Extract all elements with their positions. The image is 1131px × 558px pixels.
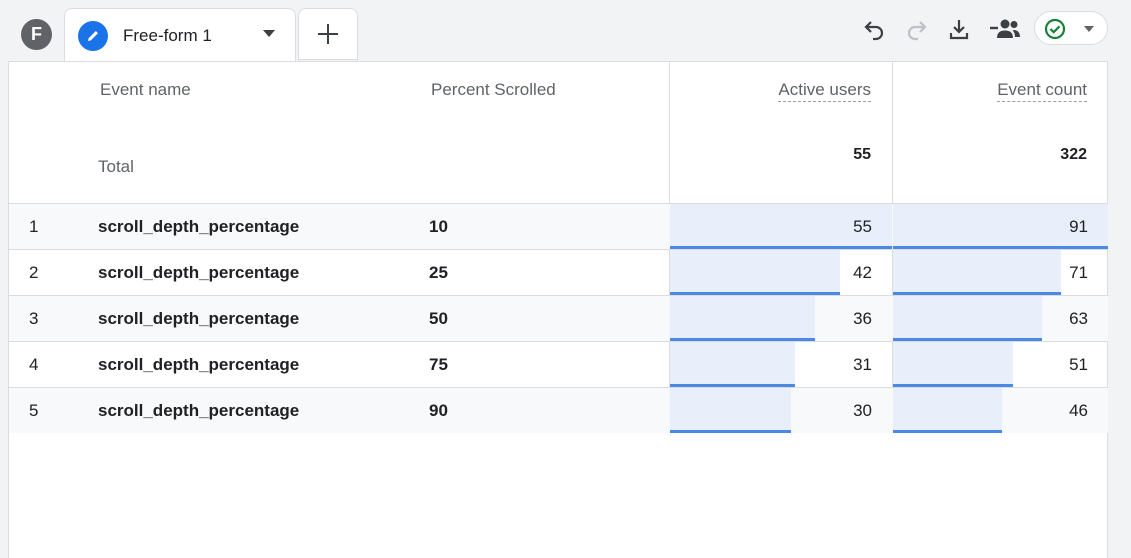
pencil-icon [78,21,108,51]
event-name-cell: scroll_depth_percentage [98,263,300,282]
event-name-cell: scroll_depth_percentage [98,401,300,420]
column-header-event-name[interactable]: Event name [100,80,191,100]
column-header-event-count[interactable]: Event count [997,80,1087,102]
event-count-cell: 71 [1069,263,1088,282]
event-name-cell: scroll_depth_percentage [98,309,300,328]
event-count-cell: 46 [1069,401,1088,420]
tab-free-form-1[interactable]: Free-form 1 [64,8,296,62]
table-row[interactable]: 5 scroll_depth_percentage 90 30 46 [9,387,1108,433]
top-toolbar: F Free-form 1 [0,0,1131,62]
column-header-percent-scrolled[interactable]: Percent Scrolled [431,80,556,100]
active-users-cell: 42 [853,263,872,282]
event-count-cell: 51 [1069,355,1088,374]
status-dropdown[interactable] [1034,11,1108,45]
redo-button[interactable] [902,14,932,44]
tab-label: Free-form 1 [123,26,212,45]
active-users-bar [670,250,840,294]
active-users-cell: 55 [853,217,872,236]
row-index: 1 [29,217,39,236]
active-users-cell: 31 [853,355,872,374]
row-index: 5 [29,401,39,420]
percent-scrolled-cell: 90 [429,401,448,420]
percent-scrolled-cell: 25 [429,263,448,282]
total-event-count: 322 [1060,146,1087,163]
total-active-users: 55 [853,146,871,163]
redo-icon [907,21,927,41]
share-users-icon [990,19,1020,38]
table-row[interactable]: 4 scroll_depth_percentage 75 31 51 [9,341,1108,387]
active-users-cell: 36 [853,309,872,328]
active-users-cell: 30 [853,401,872,420]
event-count-bar [893,250,1061,294]
check-circle-icon [1044,18,1066,40]
event-count-bar-line [893,430,1002,433]
table-row[interactable]: 1 scroll_depth_percentage 10 55 91 [9,203,1108,249]
table-row[interactable]: 2 scroll_depth_percentage 25 42 71 [9,249,1108,295]
active-users-bar [670,296,815,340]
total-label: Total [98,157,134,176]
undo-icon [864,21,884,41]
plus-icon [318,24,338,44]
row-index: 2 [29,263,39,282]
event-name-cell: scroll_depth_percentage [98,217,300,236]
event-count-cell: 91 [1069,217,1088,236]
data-table: Event name Percent Scrolled Active users… [8,61,1108,558]
row-index: 3 [29,309,39,328]
chevron-down-icon [1084,26,1094,32]
event-name-cell: scroll_depth_percentage [98,355,300,374]
avatar[interactable]: F [21,19,52,50]
event-count-bar [893,388,1002,432]
download-button[interactable] [944,14,974,44]
percent-scrolled-cell: 10 [429,217,448,236]
share-button[interactable] [988,14,1022,44]
percent-scrolled-cell: 50 [429,309,448,328]
chevron-down-icon[interactable] [263,30,275,37]
active-users-bar [670,388,791,432]
percent-scrolled-cell: 75 [429,355,448,374]
table-row[interactable]: 3 scroll_depth_percentage 50 36 63 [9,295,1108,341]
column-header-active-users[interactable]: Active users [778,80,871,102]
download-icon [949,20,969,40]
event-count-cell: 63 [1069,309,1088,328]
event-count-bar [893,342,1013,386]
active-users-bar [670,342,795,386]
add-tab-button[interactable] [298,8,358,60]
event-count-bar [893,296,1042,340]
active-users-bar-line [670,430,791,433]
undo-button[interactable] [859,14,889,44]
row-index: 4 [29,355,39,374]
